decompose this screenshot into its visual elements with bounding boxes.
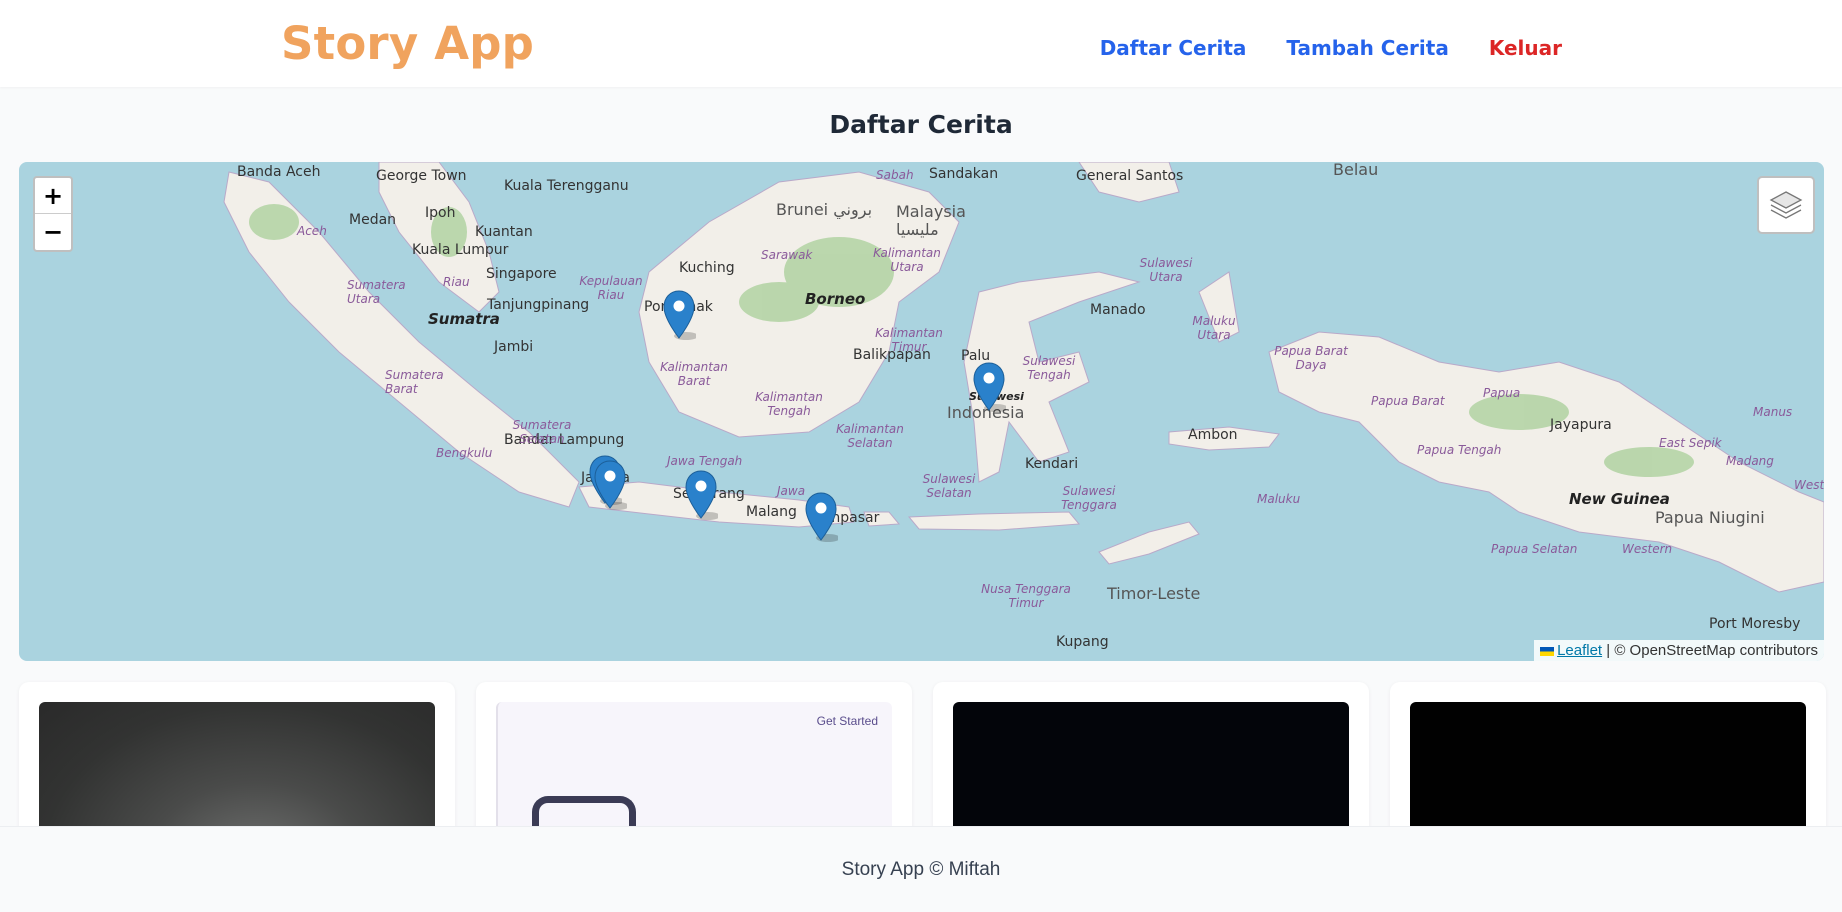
map-label-kalimantan-utara: Kalimantan Utara: [873, 246, 941, 274]
map-label-papua: Papua: [1483, 386, 1521, 400]
zoom-in-button[interactable]: +: [35, 178, 71, 214]
page-title: Daftar Cerita: [829, 110, 1013, 139]
map-label-sumatera-utara: Sumatera Utara: [347, 278, 406, 306]
map-attribution: Leaflet | © OpenStreetMap contributors: [1534, 640, 1824, 661]
map-label-malaysia-ar: مليسيا: [896, 220, 939, 239]
map-label-papua-nugini: Papua Niugini: [1655, 508, 1765, 527]
map-label-papua-barat-daya: Papua Barat Daya: [1274, 344, 1348, 372]
map-label-papua-barat: Papua Barat: [1371, 394, 1445, 408]
story-image-text: Get Started: [816, 714, 878, 728]
map-label-jawa: Jawa: [777, 484, 806, 498]
map-label-sulawesi-tenggara: Sulawesi Tenggara: [1061, 484, 1117, 512]
map-label-george-town: George Town: [376, 168, 467, 184]
map-label-new-guinea: New Guinea: [1569, 490, 1670, 508]
map-label-ipoh: Ipoh: [425, 205, 456, 221]
map-marker-jakarta-2[interactable]: [593, 460, 627, 510]
map-label-kupang: Kupang: [1056, 634, 1109, 650]
brand-logo[interactable]: Story App: [281, 17, 534, 70]
map-marker-denpasar[interactable]: [804, 492, 838, 542]
footer-text: Story App © Miftah: [841, 859, 1001, 880]
map-label-kuantan: Kuantan: [475, 224, 533, 240]
map-label-sumatera-barat: Sumatera Barat: [385, 368, 444, 396]
map-label-kuala-terengganu: Kuala Terengganu: [504, 178, 629, 194]
map-label-ambon: Ambon: [1188, 427, 1238, 443]
map-label-kalimantan-timur: Kalimantan Timur: [875, 326, 943, 354]
map-label-riau: Riau: [443, 275, 470, 289]
map-label-belau: Belau: [1333, 162, 1379, 179]
map-label-jayapura: Jayapura: [1550, 417, 1612, 433]
map-label-bengkulu: Bengkulu: [436, 446, 493, 460]
map-label-west: West: [1794, 478, 1824, 492]
ukraine-flag-icon: [1540, 646, 1555, 656]
map-label-kendari: Kendari: [1025, 456, 1079, 472]
map-label-sumatra: Sumatra: [428, 310, 500, 328]
map-label-kalimantan-tengah: Kalimantan Tengah: [755, 390, 823, 418]
layers-icon: [1769, 191, 1803, 219]
map-label-western: Western: [1622, 542, 1673, 556]
map-label-maluku-utara: Maluku Utara: [1192, 314, 1236, 342]
leaflet-link[interactable]: Leaflet: [1557, 642, 1602, 659]
map-label-manus: Manus: [1753, 405, 1793, 419]
map-label-kepulauan-riau: Kepulauan Riau: [579, 274, 643, 302]
map-label-aceh: Aceh: [297, 224, 327, 238]
map-label-tanjungpinang: Tanjungpinang: [487, 297, 590, 313]
map-label-jawa-tengah: Jawa Tengah: [667, 454, 743, 468]
map-label-malaysia: Malaysia: [896, 202, 966, 221]
map-label-sarawak: Sarawak: [761, 248, 813, 262]
map-label-timor-leste: Timor-Leste: [1107, 584, 1201, 603]
main-nav: Daftar Cerita Tambah Cerita Keluar: [1100, 36, 1562, 60]
map-label-east-sepik: East Sepik: [1659, 436, 1722, 450]
map-marker-pontianak[interactable]: [662, 290, 696, 340]
nav-daftar-cerita[interactable]: Daftar Cerita: [1100, 36, 1247, 60]
map-label-sulawesi-tengah: Sulawesi Tengah: [1022, 354, 1076, 382]
map-label-kalimantan-selatan: Kalimantan Selatan: [836, 422, 904, 450]
map-label-maluku: Maluku: [1257, 492, 1301, 506]
zoom-out-button[interactable]: −: [35, 214, 71, 250]
map-marker-semarang[interactable]: [684, 470, 718, 520]
site-footer: Story App © Miftah: [0, 826, 1842, 912]
map-label-kalimantan-barat: Kalimantan Barat: [660, 360, 728, 388]
map-label-port-moresby: Port Moresby: [1709, 616, 1801, 632]
story-map[interactable]: Banda Aceh George Town Kuala Terengganu …: [19, 162, 1824, 661]
map-label-sandakan: Sandakan: [929, 166, 999, 182]
map-label-sabah: Sabah: [876, 168, 914, 182]
map-label-papua-tengah: Papua Tengah: [1417, 443, 1502, 457]
map-label-medan: Medan: [349, 212, 397, 228]
map-label-sumatera-selatan: Sumatera Selatan: [512, 418, 572, 446]
nav-tambah-cerita[interactable]: Tambah Cerita: [1286, 36, 1448, 60]
map-label-madang: Madang: [1726, 454, 1774, 468]
zoom-control: + −: [33, 176, 73, 252]
map-label-sulawesi-utara: Sulawesi Utara: [1139, 256, 1193, 284]
map-label-borneo: Borneo: [805, 290, 866, 308]
map-label-kuching: Kuching: [679, 260, 735, 276]
map-label-singapore: Singapore: [486, 266, 557, 282]
map-label-malang: Malang: [746, 504, 797, 520]
nav-logout[interactable]: Keluar: [1489, 36, 1562, 60]
osm-attribution: | © OpenStreetMap contributors: [1602, 642, 1818, 659]
layers-button[interactable]: [1757, 176, 1815, 234]
map-label-kuala-lumpur: Kuala Lumpur: [412, 242, 509, 258]
map-label-nusa-tenggara-timur: Nusa Tenggara Timur: [981, 582, 1071, 610]
map-label-manado: Manado: [1090, 302, 1146, 318]
map-label-sulawesi-selatan: Sulawesi Selatan: [922, 472, 976, 500]
map-label-banda-aceh: Banda Aceh: [237, 164, 321, 180]
map-label-jambi: Jambi: [494, 339, 534, 355]
site-header: Story App Daftar Cerita Tambah Cerita Ke…: [0, 0, 1842, 87]
map-label-general-santos: General Santos: [1076, 168, 1184, 184]
map-label-brunei: Brunei بروني: [776, 200, 873, 219]
map-marker-palu[interactable]: [972, 362, 1006, 412]
map-label-papua-selatan: Papua Selatan: [1491, 542, 1578, 556]
